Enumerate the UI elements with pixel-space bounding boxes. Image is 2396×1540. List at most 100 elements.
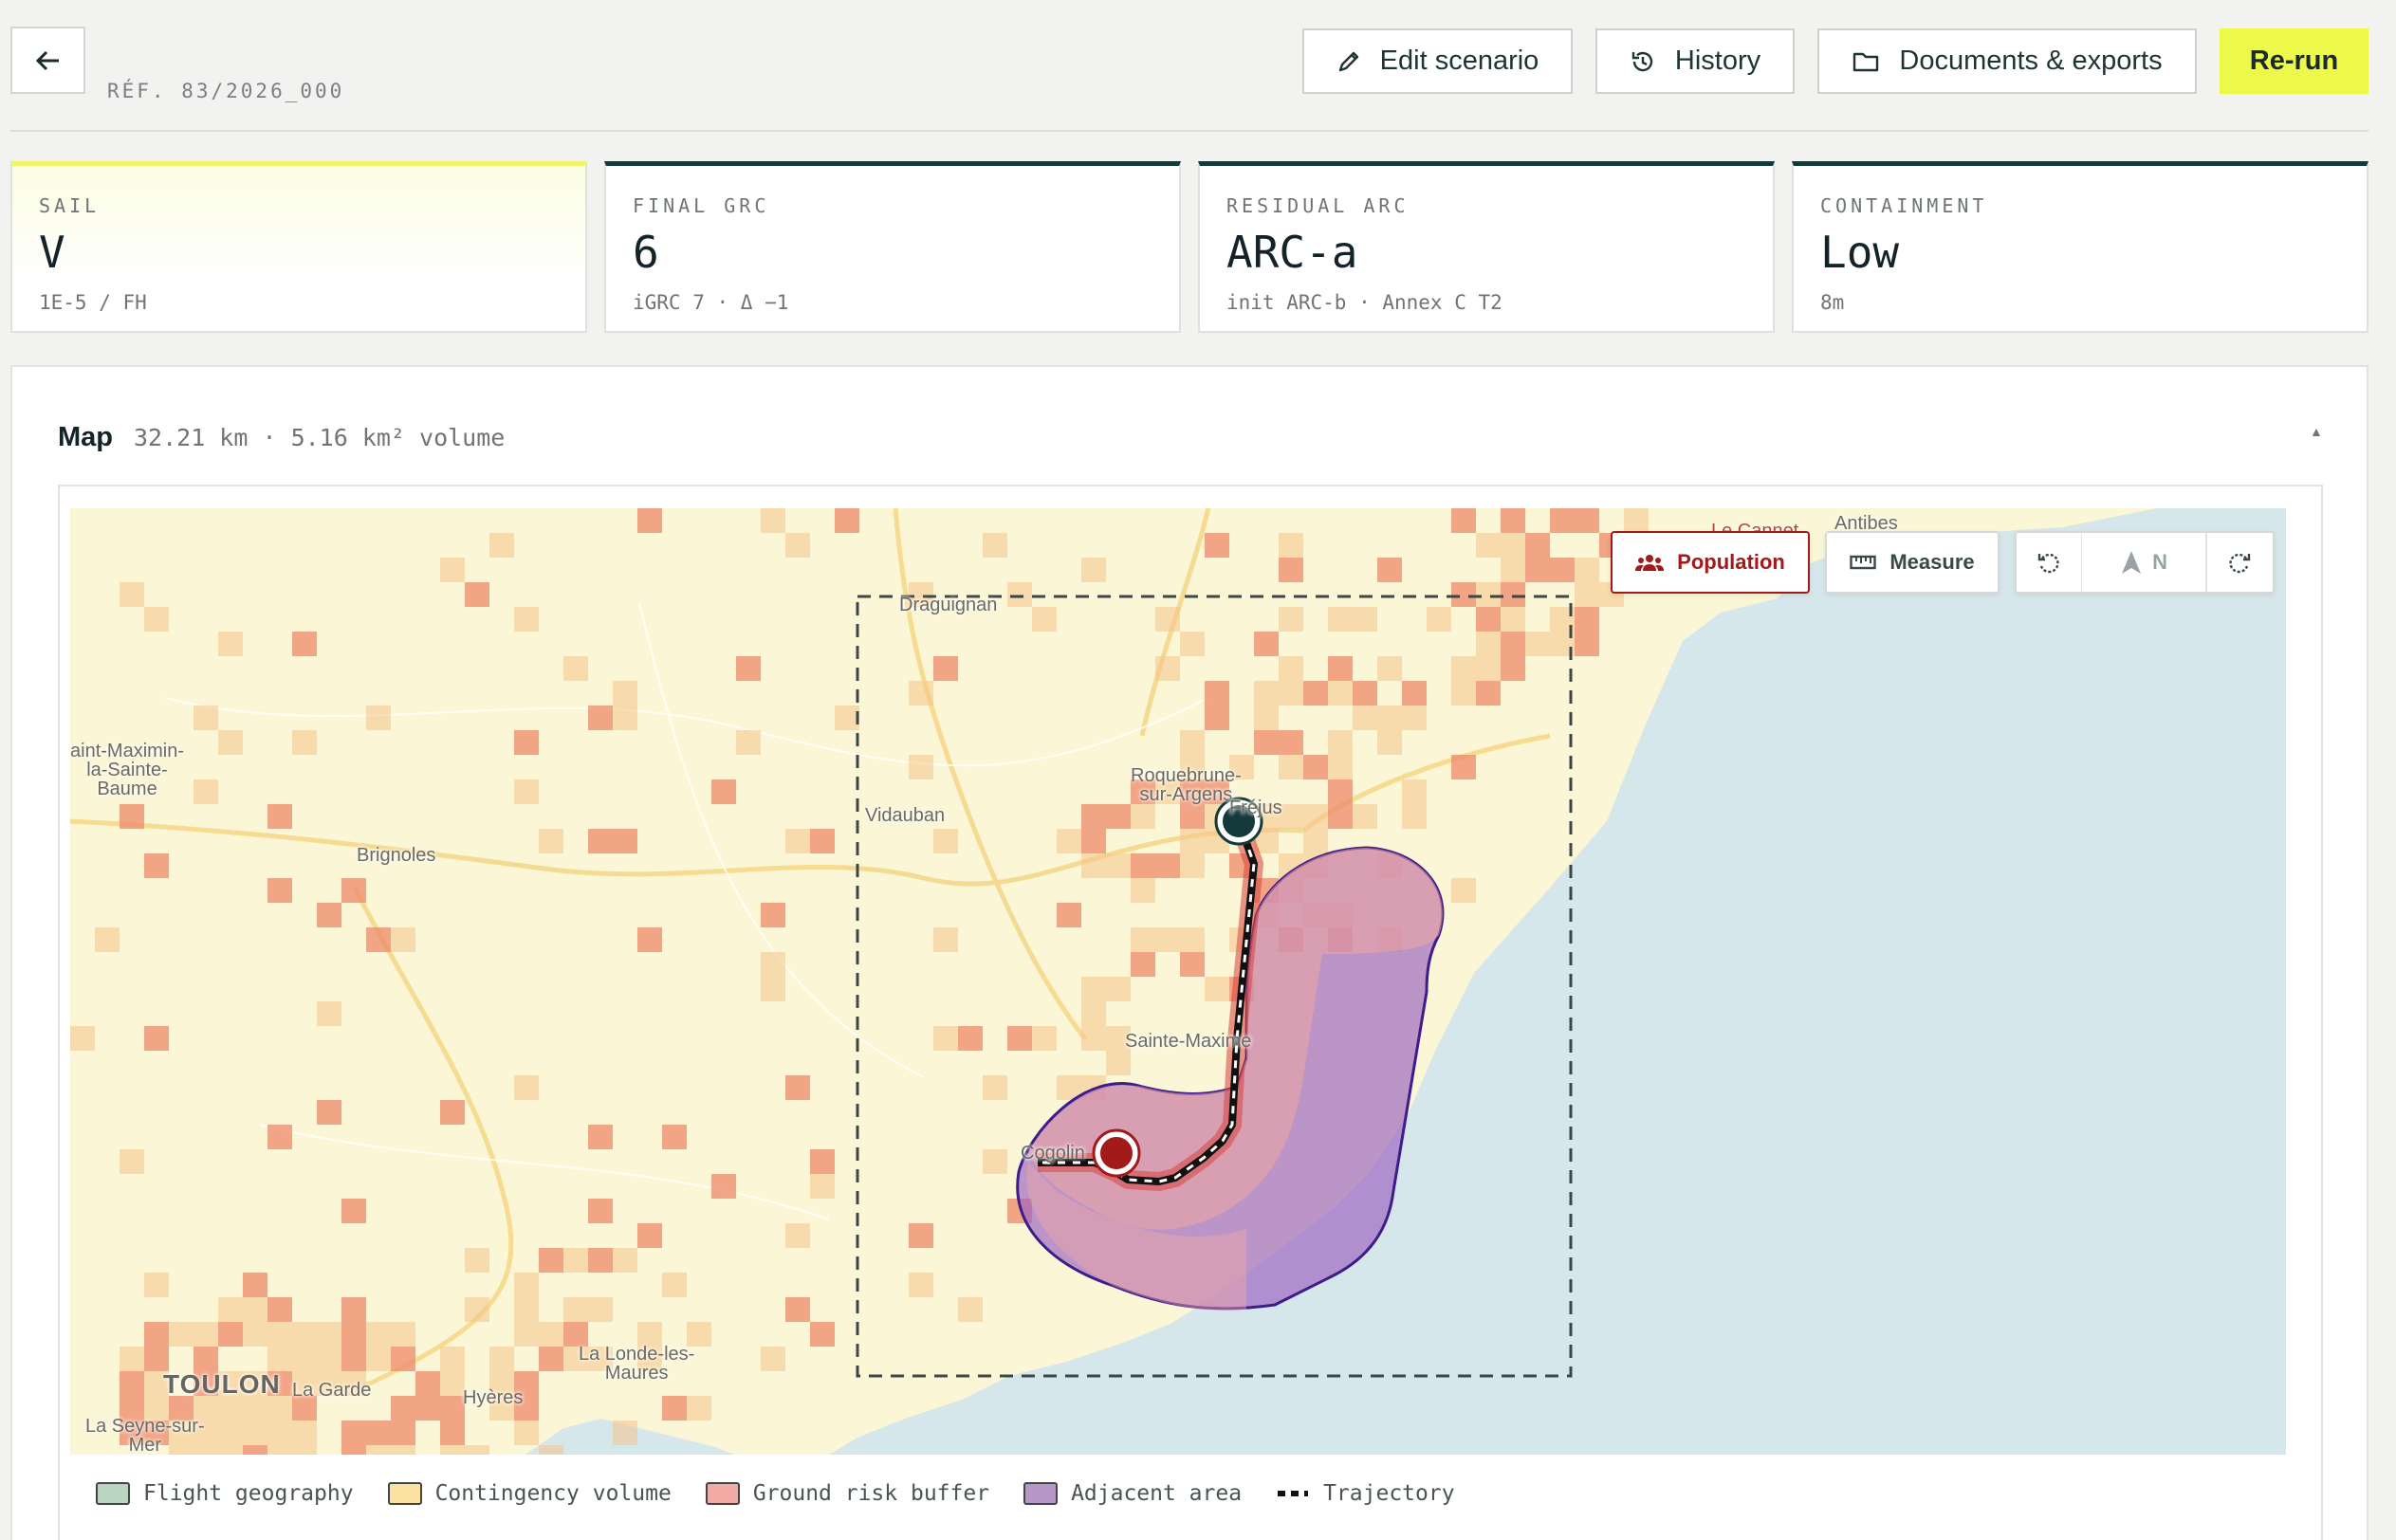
population-cell [1525,558,1550,582]
population-cell [317,903,341,927]
rerun-button[interactable]: Re-run [2220,28,2368,94]
population-cell [785,1075,810,1100]
population-cell [440,1100,465,1125]
trajectory-swatch [1278,1491,1309,1496]
legend-swatch [387,1482,422,1505]
population-cell [613,681,637,706]
population-cell [1427,607,1451,632]
population-cell [292,632,317,656]
population-cell [1501,508,1525,533]
population-label: Population [1677,550,1785,574]
population-cell [218,1322,243,1347]
population-cell [366,927,391,952]
population-cell [366,1347,391,1371]
population-cell [391,1322,415,1347]
place-label: Fréjus [1229,798,1282,818]
place-label: Antibes [1834,513,1898,534]
population-cell [267,1396,292,1421]
population-cell [1501,632,1525,656]
population-cell [267,804,292,829]
population-cell [785,1297,810,1322]
population-cell [243,1445,267,1455]
pencil-icon [1338,51,1358,71]
population-cell [1279,607,1303,632]
population-cell [1476,681,1501,706]
rotation-controls: N [2015,531,2275,594]
population-cell [613,829,637,853]
rotate-cw-icon [2229,553,2251,574]
rotate-left-button[interactable] [2017,533,2081,592]
metric-value: 6 [633,227,659,278]
reset-north-button[interactable]: N [2082,533,2204,592]
collapse-toggle[interactable]: ▲ [2310,424,2323,439]
population-cell [810,829,835,853]
population-cell [1476,582,1501,607]
population-cell [1328,607,1353,632]
population-cell [933,829,958,853]
population-cell [588,829,613,853]
population-cell [465,1248,489,1273]
map-canvas[interactable]: Antibes Le Cannet Draguignan aint-Maximi… [70,508,2286,1455]
population-cell [292,1322,317,1347]
population-cell [1575,558,1599,582]
population-cell [144,1347,169,1371]
population-cell [835,508,859,533]
population-cell [465,582,489,607]
population-cell [1501,656,1525,681]
population-cell [317,1322,341,1347]
population-cell [1377,730,1402,755]
people-icon [1635,555,1665,571]
population-cell [1057,829,1081,853]
measure-button[interactable]: Measure [1825,531,2000,594]
population-cell [144,1026,169,1051]
population-cell [1131,853,1155,878]
legend-swatch [705,1482,740,1505]
population-cell [194,1322,218,1347]
population-cell [662,1125,687,1149]
documents-exports-button[interactable]: Documents & exports [1817,28,2197,94]
population-cell [1081,804,1106,829]
metric-sub: 1E-5 / FH [39,291,147,314]
population-cell [539,1445,563,1455]
place-label: aint-Maximin- la-Sainte- Baume [70,741,185,799]
documents-exports-label: Documents & exports [1899,46,2163,76]
population-cell [588,1125,613,1149]
population-cell [144,1273,169,1297]
population-cell [120,582,144,607]
population-cell [1525,632,1550,656]
population-cell [1180,829,1205,853]
back-button[interactable] [10,27,85,94]
population-cell [514,607,539,632]
population-cell [1279,681,1303,706]
population-cell [415,1371,440,1396]
population-cell [514,1421,539,1445]
legend-label: Flight geography [143,1481,354,1506]
population-toggle[interactable]: Population [1611,531,1810,594]
legend-label: Contingency volume [434,1481,672,1506]
population-cell [267,878,292,903]
population-cell [465,1445,489,1455]
population-cell [391,1445,415,1455]
population-cell [1254,706,1279,730]
population-cell [120,1149,144,1174]
edit-scenario-button[interactable]: Edit scenario [1302,28,1573,94]
population-cell [1155,853,1180,878]
population-cell [1279,755,1303,779]
population-cell [1353,607,1377,632]
folder-icon [1853,52,1879,71]
population-cell [267,1322,292,1347]
history-button[interactable]: History [1595,28,1795,94]
population-cell [489,1347,514,1371]
population-cell [1550,508,1575,533]
metric-sub: iGRC 7 · Δ −1 [633,291,789,314]
population-cell [761,508,785,533]
population-cell [1279,533,1303,558]
population-cell [835,706,859,730]
rotate-right-button[interactable] [2207,533,2273,592]
legend-item-ground-risk-buffer: Ground risk buffer [705,1481,989,1506]
population-cell [1081,853,1106,878]
population-cell [1328,755,1353,779]
north-label: N [2152,550,2167,574]
population-cell [267,1125,292,1149]
population-cell [761,977,785,1001]
